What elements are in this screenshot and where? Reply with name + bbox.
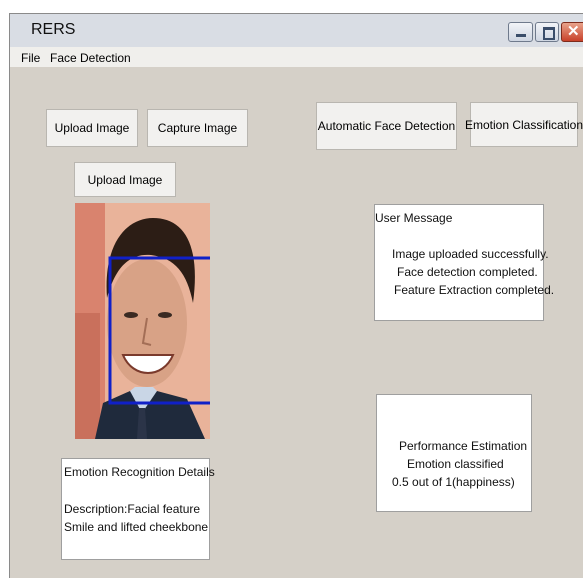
maximize-button[interactable] xyxy=(535,22,559,42)
emotion-details-line: Description:Facial feature xyxy=(64,502,201,516)
user-message-line: Feature Extraction completed. xyxy=(394,283,555,297)
title-bar: RERS ✕ xyxy=(10,14,583,47)
close-button[interactable]: ✕ xyxy=(561,22,583,42)
face-photo xyxy=(75,203,210,439)
upload-image-button[interactable]: Upload Image xyxy=(46,109,138,147)
user-message-heading: User Message xyxy=(375,211,453,225)
automatic-face-detection-button[interactable]: Automatic Face Detection xyxy=(316,102,457,150)
emotion-details-panel: Emotion Recognition Details Description:… xyxy=(61,458,215,560)
user-message-panel: User Message Image uploaded successfully… xyxy=(374,204,554,321)
performance-line: 0.5 out of 1(happiness) xyxy=(392,475,515,489)
user-message-line: Image uploaded successfully. xyxy=(392,247,549,261)
window-title: RERS xyxy=(31,21,76,38)
minimize-button[interactable] xyxy=(508,22,533,42)
user-message-line: Face detection completed. xyxy=(397,265,538,279)
menu-file[interactable]: File xyxy=(21,51,40,65)
performance-line: Performance Estimation xyxy=(399,439,528,453)
emotion-details-heading: Emotion Recognition Details xyxy=(64,465,215,479)
emotion-classification-button[interactable]: Emotion Classification xyxy=(465,102,583,147)
upload-image-button-2[interactable]: Upload Image xyxy=(74,162,176,197)
emotion-details-line: Smile and lifted cheekbone xyxy=(64,520,209,534)
minimize-icon xyxy=(516,34,526,37)
app-window: RERS ✕ File Face Detection Upload Image … xyxy=(9,13,583,578)
performance-panel: Performance Estimation Emotion classifie… xyxy=(376,394,532,512)
capture-image-button[interactable]: Capture Image xyxy=(147,109,248,147)
performance-line: Emotion classified xyxy=(407,457,504,471)
face-image xyxy=(75,203,210,439)
maximize-icon xyxy=(543,27,555,40)
menu-face-detection[interactable]: Face Detection xyxy=(50,51,131,65)
close-icon: ✕ xyxy=(567,23,580,40)
menu-bar: File Face Detection xyxy=(10,47,583,67)
